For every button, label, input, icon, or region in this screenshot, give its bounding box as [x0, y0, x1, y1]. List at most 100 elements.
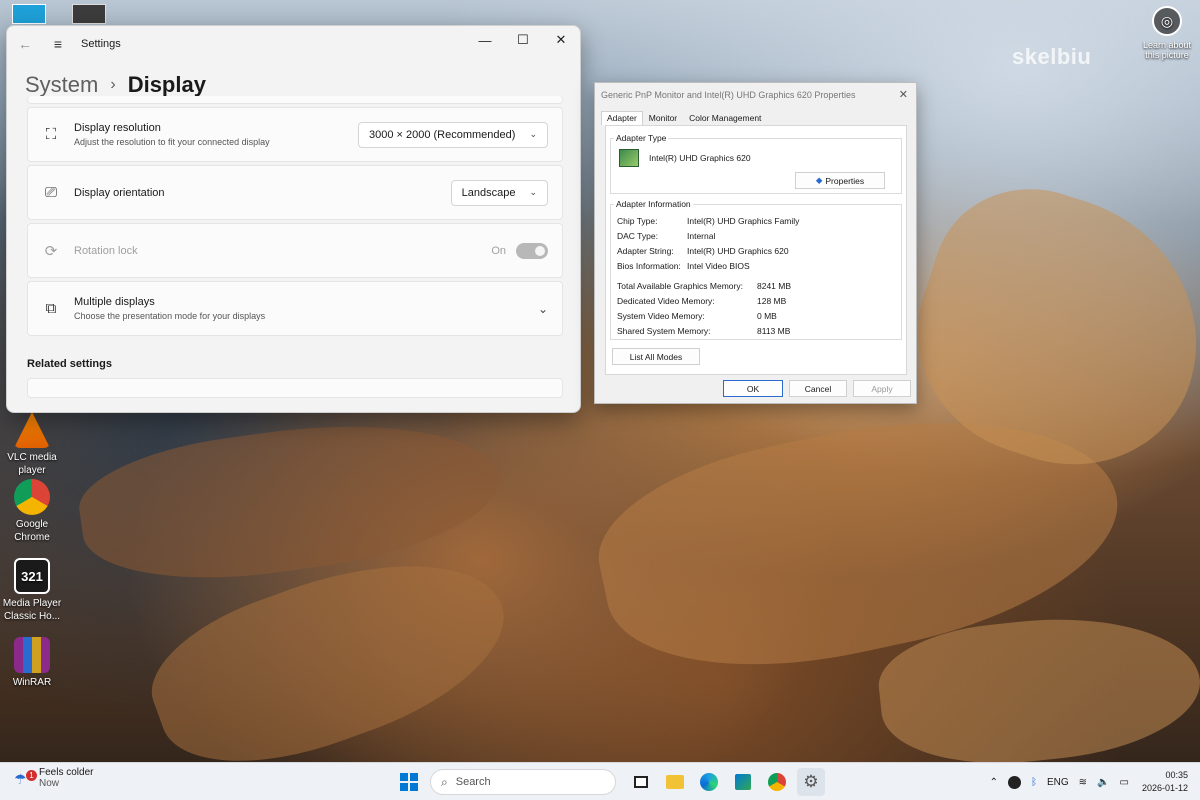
start-button[interactable]: [395, 768, 423, 796]
clock[interactable]: 00:35 2026-01-12: [1142, 769, 1188, 795]
adapter-info-group: Adapter Information Chip Type: Intel(R) U…: [610, 199, 902, 340]
display-resolution-row: ⛶ Display resolution Adjust the resoluti…: [27, 107, 563, 162]
chevron-down-icon: ⌄: [529, 187, 537, 197]
multiple-displays-row[interactable]: ⧉ Multiple displays Choose the presentat…: [27, 281, 563, 336]
bluetooth-icon[interactable]: ᛒ: [1031, 777, 1037, 788]
task-view-icon: [634, 776, 648, 788]
title-bar: ← ≡ Settings — ☐ ✕: [7, 26, 580, 62]
battery-icon[interactable]: ▭: [1120, 777, 1129, 788]
dropdown-value: Landscape: [461, 186, 516, 199]
cancel-button[interactable]: Cancel: [789, 380, 847, 397]
search-box[interactable]: ⌕ Search: [430, 769, 616, 795]
tab-adapter[interactable]: Adapter: [601, 111, 643, 125]
display-orientation-row: ⎚ Display orientation Landscape ⌄: [27, 165, 563, 220]
chevron-right-icon: ›: [110, 76, 116, 93]
notification-badge: 1: [26, 770, 37, 781]
info-value: 8113 MB: [757, 326, 791, 336]
desktop-icon-top[interactable]: [12, 4, 46, 24]
tab-color-management[interactable]: Color Management: [683, 111, 767, 125]
store-icon: [735, 774, 751, 790]
info-value: 8241 MB: [757, 281, 792, 291]
taskbar: ☂ 1 Feels colder Now ⌕ Search ⚙ ⌃ ᛒ ENG …: [0, 762, 1200, 800]
list-all-modes-button[interactable]: List All Modes: [612, 348, 700, 365]
partial-row: [27, 96, 563, 104]
orientation-dropdown[interactable]: Landscape ⌄: [450, 179, 548, 206]
graphics-card-icon: [619, 149, 639, 167]
edge-button[interactable]: [695, 768, 723, 796]
desktop-icon-top[interactable]: [72, 4, 106, 24]
info-value: Intel(R) UHD Graphics Family: [687, 216, 800, 226]
row-subtitle: Choose the presentation mode for your di…: [74, 311, 266, 321]
settings-taskbar-button[interactable]: ⚙: [797, 768, 825, 796]
info-value: Intel(R) UHD Graphics 620: [687, 246, 789, 256]
edge-icon: [700, 773, 718, 791]
row-title: Display orientation: [74, 186, 165, 199]
group-label: Adapter Type: [614, 133, 669, 143]
ok-button[interactable]: OK: [723, 380, 783, 397]
tab-strip: Adapter Monitor Color Management: [595, 111, 916, 125]
info-value: Internal: [687, 231, 716, 241]
desktop-icon-label: VLC media player: [7, 452, 57, 476]
info-key: Adapter String:: [617, 246, 674, 256]
task-view-button[interactable]: [627, 768, 655, 796]
row-title: Multiple displays: [74, 296, 155, 308]
info-key: Chip Type:: [617, 216, 658, 226]
properties-button[interactable]: ◆ Properties: [795, 172, 885, 189]
dialog-title-bar: Generic PnP Monitor and Intel(R) UHD Gra…: [595, 83, 916, 107]
learn-label: Learn about this picture: [1142, 40, 1192, 60]
store-button[interactable]: [729, 768, 757, 796]
learn-about-picture[interactable]: ◎ Learn about this picture: [1138, 6, 1196, 60]
system-tray: ⌃ ᛒ ENG ≋ 🔈 ▭ 00:35 2026-01-12: [985, 769, 1188, 795]
maximize-icon[interactable]: ☐: [504, 26, 542, 54]
chrome-icon: [768, 773, 786, 791]
chevron-down-icon[interactable]: ⌄: [538, 302, 548, 316]
orientation-icon: ⎚: [44, 184, 57, 201]
weather-sub: Now: [39, 778, 60, 789]
info-key: Dedicated Video Memory:: [617, 296, 715, 306]
desktop-icon-chrome[interactable]: Google Chrome: [2, 479, 62, 544]
partial-row: [27, 378, 563, 398]
camera-icon: ◎: [1152, 6, 1182, 36]
desktop-icon-vlc[interactable]: VLC media player: [2, 412, 62, 477]
date: 2026-01-12: [1141, 783, 1188, 793]
watermark: skelbiu: [1012, 44, 1092, 69]
chrome-button[interactable]: [763, 768, 791, 796]
chevron-up-icon[interactable]: ⌃: [990, 777, 998, 788]
file-explorer-button[interactable]: [661, 768, 689, 796]
row-title: Rotation lock: [74, 244, 138, 257]
weather-widget[interactable]: ☂ 1 Feels colder Now: [14, 767, 93, 789]
search-icon: ⌕: [441, 774, 448, 789]
desktop-icon-label: WinRAR: [12, 677, 52, 688]
close-icon[interactable]: ✕: [899, 88, 908, 101]
folder-icon: [666, 775, 684, 789]
multiple-displays-icon: ⧉: [45, 300, 57, 317]
language-indicator[interactable]: ENG: [1047, 777, 1069, 788]
breadcrumb-system[interactable]: System: [25, 72, 98, 98]
info-key: Total Available Graphics Memory:: [617, 281, 743, 291]
app-tray-icon[interactable]: [1007, 775, 1021, 789]
adapter-name: Intel(R) UHD Graphics 620: [649, 153, 751, 163]
settings-content: ⛶ Display resolution Adjust the resoluti…: [27, 96, 563, 401]
volume-icon[interactable]: 🔈: [1097, 777, 1109, 788]
desktop-icon-winrar[interactable]: WinRAR: [2, 637, 62, 689]
desktop-icon-mpc[interactable]: 321 Media Player Classic Ho...: [2, 558, 62, 623]
rotation-lock-toggle[interactable]: [516, 242, 548, 259]
rotation-icon: ⟳: [44, 242, 58, 260]
apply-button[interactable]: Apply: [853, 380, 911, 397]
gear-icon: ⚙: [803, 772, 819, 791]
tab-monitor[interactable]: Monitor: [643, 111, 683, 125]
menu-icon[interactable]: ≡: [43, 36, 73, 52]
shield-icon: ◆: [815, 175, 823, 185]
info-value: 128 MB: [757, 296, 787, 306]
mpc-icon: 321: [14, 558, 50, 594]
info-key: System Video Memory:: [617, 311, 705, 321]
back-icon[interactable]: ←: [7, 36, 43, 52]
info-key: Shared System Memory:: [617, 326, 711, 336]
close-icon[interactable]: ✕: [542, 26, 580, 54]
toggle-state-label: On: [491, 244, 506, 257]
resolution-dropdown[interactable]: 3000 × 2000 (Recommended) ⌄: [357, 121, 548, 148]
chevron-down-icon: ⌄: [529, 129, 537, 139]
wifi-icon[interactable]: ≋: [1079, 777, 1087, 788]
minimize-icon[interactable]: —: [466, 26, 504, 54]
info-value: Intel Video BIOS: [687, 261, 750, 271]
